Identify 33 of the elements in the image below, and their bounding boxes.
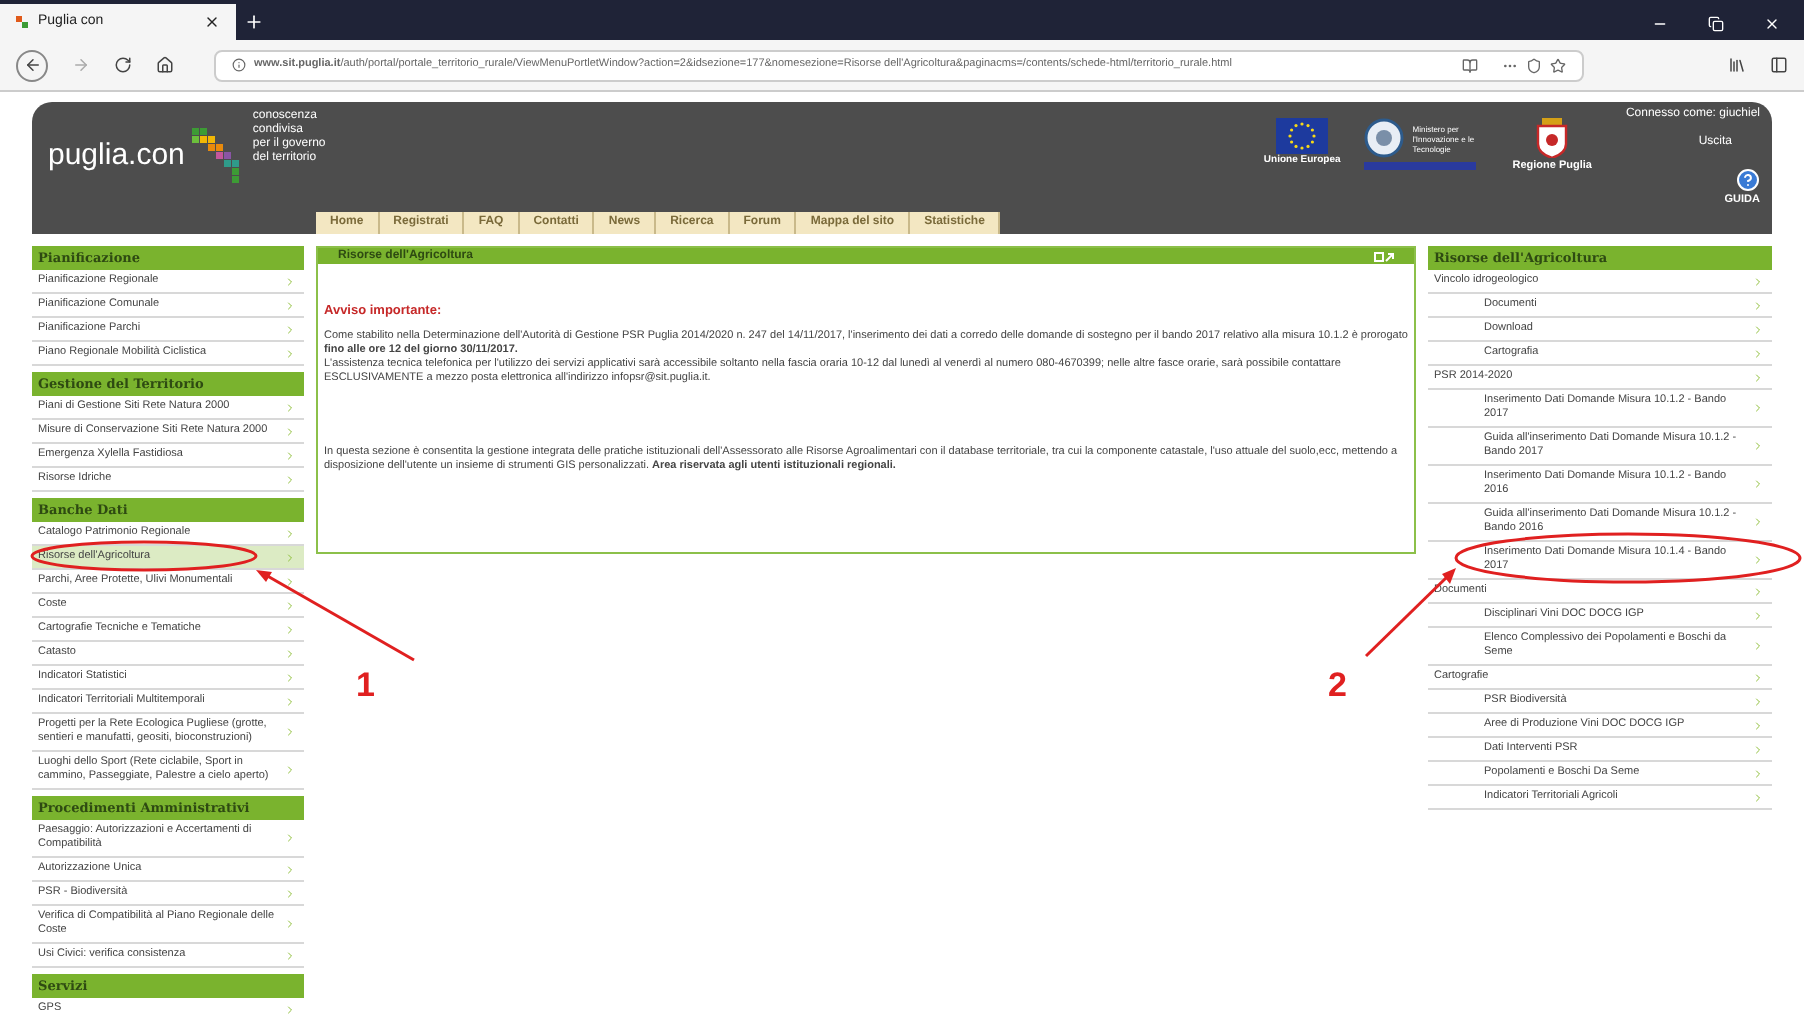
chevron-icon (284, 1003, 296, 1015)
chevron-icon (1752, 478, 1764, 490)
chevron-icon (284, 949, 296, 961)
annotation-number: 2 (1328, 664, 1347, 708)
annotation-number: 1 (356, 664, 375, 708)
chevron-icon (1752, 554, 1764, 566)
back-icon[interactable] (23, 56, 41, 74)
ministry-emblem-icon (1364, 118, 1405, 158)
sidebar-icon[interactable] (1770, 56, 1788, 74)
close-icon[interactable] (204, 14, 220, 30)
chevron-icon (284, 832, 296, 844)
help-icon[interactable] (1736, 168, 1760, 192)
info-icon (232, 58, 246, 72)
library-icon[interactable] (1728, 56, 1746, 74)
home-icon[interactable] (156, 56, 174, 74)
chevron-icon (284, 726, 296, 738)
chevron-icon (1752, 402, 1764, 414)
egov-banner (1364, 162, 1477, 170)
restore-icon[interactable] (1708, 16, 1724, 32)
new-tab-icon[interactable] (244, 12, 264, 32)
chevron-icon (1752, 640, 1764, 652)
region-emblem-icon (1536, 118, 1569, 158)
chevron-icon (284, 764, 296, 776)
chevron-icon (1752, 516, 1764, 528)
favicon-icon (16, 15, 30, 29)
chevron-icon (284, 918, 296, 930)
reader-icon[interactable] (1462, 57, 1478, 73)
bookmark-icon[interactable] (1550, 57, 1566, 73)
site-logo[interactable]: puglia.con (48, 134, 185, 180)
chevron-icon (1752, 440, 1764, 452)
logo-mosaic-icon (192, 127, 245, 187)
eu-flag-icon (1276, 118, 1329, 154)
reload-icon[interactable] (114, 56, 132, 74)
